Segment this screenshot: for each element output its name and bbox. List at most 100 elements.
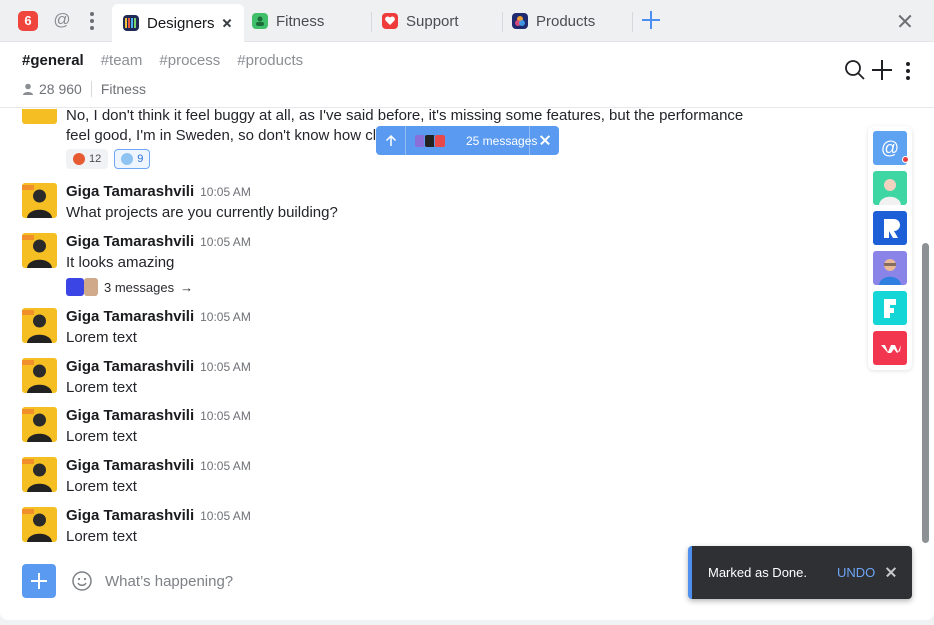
search-icon[interactable] (844, 59, 866, 81)
arrow-right-icon: → (180, 279, 194, 295)
avatar[interactable] (22, 109, 57, 124)
message-text: What projects are you currently building… (66, 204, 338, 221)
channel-team[interactable]: #team (101, 52, 143, 69)
person-icon (23, 83, 33, 95)
avatar[interactable] (22, 457, 57, 492)
message-time: 10:05 AM (200, 360, 251, 374)
fearful-face-icon (121, 153, 134, 165)
thread-count: 3 messages (104, 279, 175, 295)
fitness-icon (252, 13, 268, 29)
tab-separator (371, 12, 372, 32)
emoji-icon[interactable] (71, 570, 93, 592)
tab-products[interactable]: Products (512, 4, 595, 38)
tab-label: Support (406, 12, 459, 30)
avatar[interactable] (22, 358, 57, 393)
r-app-icon[interactable] (873, 211, 907, 245)
member-count: 28 960 (39, 81, 82, 97)
products-icon (512, 13, 528, 29)
tab-label: Products (536, 12, 596, 30)
red-app-icon[interactable] (873, 331, 907, 365)
channel-process[interactable]: #process (159, 52, 220, 69)
close-icon (539, 134, 551, 146)
reaction-angry[interactable]: 12 (66, 149, 109, 169)
channel-meta: 28 960 Fitness (22, 81, 146, 97)
mentions-icon[interactable]: @ (52, 10, 72, 30)
message-text: Lorem text (66, 428, 137, 445)
tab-fitness[interactable]: Fitness (252, 4, 324, 38)
channel-tabs: #general #team #process #products (22, 52, 303, 69)
message-text: Lorem text (66, 329, 137, 346)
divider (90, 81, 92, 97)
author-name[interactable]: Giga Tamarashvili 10:05 AM (66, 233, 251, 250)
undo-button[interactable]: UNDO (837, 565, 875, 580)
author-name[interactable]: Giga Tamarashvili 10:05 AM (66, 308, 251, 325)
avatar[interactable] (22, 308, 57, 343)
message-time: 10:05 AM (200, 185, 251, 199)
message-time: 10:05 AM (200, 310, 251, 324)
author-name[interactable]: Giga Tamarashvili 10:05 AM (66, 407, 251, 424)
tab-designers[interactable]: Designers (112, 4, 244, 42)
tab-bar: 6 @ Designers Fitness Support Products (0, 0, 934, 42)
message-text: Lorem text (66, 478, 137, 495)
scrollbar-thumb[interactable] (922, 243, 929, 543)
author-name[interactable]: Giga Tamarashvili 10:05 AM (66, 358, 251, 375)
thread-link[interactable]: 3 messages → (66, 278, 193, 296)
close-window-icon[interactable] (897, 13, 913, 29)
svg-text:@: @ (881, 138, 899, 158)
tab-support[interactable]: Support (382, 4, 459, 38)
new-tab-icon[interactable] (642, 11, 660, 29)
avatar[interactable] (22, 183, 57, 218)
reaction-fearful[interactable]: 9 (114, 149, 151, 169)
message-text: Lorem text (66, 379, 137, 396)
more-icon[interactable] (84, 10, 100, 32)
message-time: 10:05 AM (200, 509, 251, 523)
person-app-2-icon[interactable] (873, 251, 907, 285)
message-text: Lorem text (66, 528, 137, 545)
add-icon[interactable] (872, 60, 892, 80)
author-name[interactable]: Giga Tamarashvili 10:05 AM (66, 457, 251, 474)
author-name[interactable]: Giga Tamarashvili 10:05 AM (66, 183, 251, 200)
scrollbar[interactable] (920, 109, 932, 549)
message-time: 10:05 AM (200, 235, 251, 249)
thread-avatar (66, 278, 84, 296)
workspace-name[interactable]: Fitness (101, 81, 146, 97)
tab-label: Fitness (276, 12, 325, 30)
support-icon (382, 13, 398, 29)
message-time: 10:05 AM (200, 459, 251, 473)
tab-label: Designers (147, 14, 215, 32)
message-input[interactable] (105, 569, 665, 593)
arrow-up-icon[interactable] (376, 126, 406, 155)
author-name[interactable]: Giga Tamarashvili 10:05 AM (66, 507, 251, 524)
channel-products[interactable]: #products (237, 52, 303, 69)
channel-general[interactable]: #general (22, 52, 84, 69)
tab-separator (632, 12, 633, 32)
avatar[interactable] (22, 507, 57, 542)
pill-label: 25 messages (466, 133, 538, 148)
message-time: 10:05 AM (200, 409, 251, 423)
designers-icon (123, 15, 139, 31)
thread-avatar (84, 278, 98, 296)
toast-message: Marked as Done. (708, 565, 807, 580)
toast-notification: Marked as Done. UNDO (688, 546, 912, 599)
add-attachment-button[interactable] (22, 564, 56, 598)
pill-avatars (414, 133, 446, 148)
reaction-count: 9 (137, 153, 144, 165)
channel-header: #general #team #process #products 28 960… (0, 42, 934, 108)
new-messages-pill[interactable]: 25 messages (376, 126, 559, 155)
f-app-icon[interactable] (873, 291, 907, 325)
avatar[interactable] (22, 407, 57, 442)
unread-dot (902, 156, 909, 163)
app-rail: @ (868, 126, 912, 370)
tab-separator (502, 12, 503, 32)
notification-badge[interactable]: 6 (18, 11, 38, 31)
reactions: 12 9 (66, 149, 151, 169)
close-icon[interactable] (885, 566, 897, 578)
angry-face-icon (73, 153, 85, 165)
more-options-icon[interactable] (901, 60, 915, 82)
person-app-icon[interactable] (873, 171, 907, 205)
close-pill-button[interactable] (529, 126, 559, 155)
message-feed: No, I don't think it feel buggy at all, … (0, 109, 860, 549)
close-tab-icon[interactable] (222, 18, 232, 28)
avatar[interactable] (22, 233, 57, 268)
plus-icon (31, 573, 47, 589)
